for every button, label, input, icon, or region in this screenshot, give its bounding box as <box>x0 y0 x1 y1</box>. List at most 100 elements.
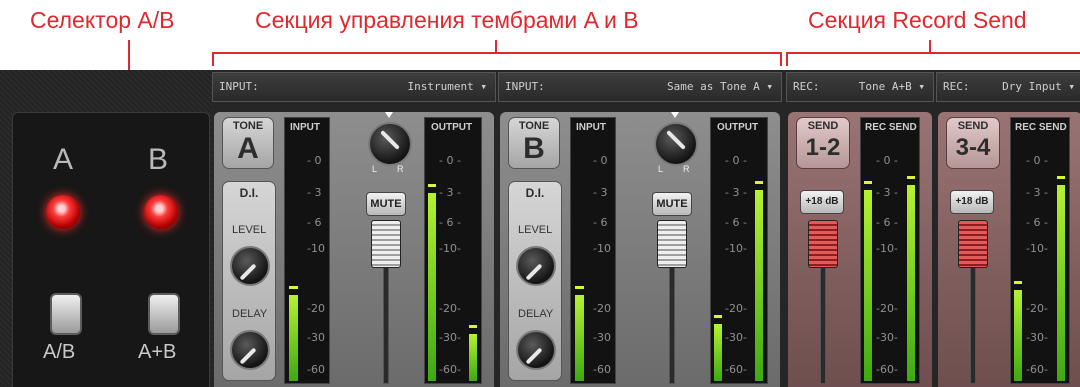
peak-hold-marker <box>428 184 436 187</box>
send-3-4-plate: SEND 3-4 <box>946 117 1000 169</box>
send-1-2-meter: REC SEND - 0 - - 3 - - 6 - -10- -20- -30… <box>860 117 920 384</box>
scale-label: -20 <box>307 302 325 315</box>
tone-a-pan-r: R <box>397 164 404 174</box>
tone-b-mute-button[interactable]: MUTE <box>652 192 692 216</box>
footswitch-ab-label: A/B <box>43 341 76 363</box>
tone-a-pan-knob-indicator <box>380 130 400 150</box>
tone-a-input-selector[interactable]: INPUT: Instrument ▾ <box>212 72 496 102</box>
tone-a-output-meter-label: OUTPUT <box>431 122 473 133</box>
send-1-2-rec-selector[interactable]: REC: Tone A+B ▾ <box>786 72 934 102</box>
tone-a-output-r-bar <box>469 334 477 381</box>
tone-a-mute-button[interactable]: MUTE <box>366 192 406 216</box>
send-1-2-fader[interactable] <box>808 220 838 268</box>
peak-hold-marker <box>907 176 915 179</box>
scale-label: -10- <box>439 242 461 255</box>
scale-label: - 6 <box>307 216 322 229</box>
led-a-icon <box>46 195 80 229</box>
scale-label: - 6 - <box>876 216 898 229</box>
tone-a-input-meter: INPUT - 0 - 3 - 6 -10 -20 -30 -60 <box>284 117 330 384</box>
send-1-2-meter-label: REC SEND <box>865 122 917 133</box>
tone-b-letter: B <box>523 132 545 165</box>
send-1-2-strip: SEND 1-2 +18 dB REC SEND - 0 - - 3 - - 6… <box>788 112 932 387</box>
scale-label: - 0 - <box>725 154 747 167</box>
tone-b-delay-knob[interactable] <box>516 330 556 370</box>
led-b-icon <box>144 195 178 229</box>
tone-b-output-meter: OUTPUT - 0 - - 3 - - 6 - -10- -20- -30- … <box>710 117 768 384</box>
peak-hold-marker <box>864 181 872 184</box>
tone-b-output-r-bar <box>755 190 763 381</box>
tone-a-input-level-bar <box>289 295 298 381</box>
scale-label: -10 <box>307 242 325 255</box>
scale-label: -60- <box>439 363 461 376</box>
send-1-2-rec-label: REC: <box>793 80 820 93</box>
scale-label: -30- <box>876 331 898 344</box>
send-3-4-gain-button[interactable]: +18 dB <box>950 190 994 214</box>
send-3-4-strip: SEND 3-4 +18 dB REC SEND - 0 - - 3 - - 6… <box>938 112 1080 387</box>
tone-a-pan-center-icon <box>385 112 393 118</box>
scale-label: -20- <box>439 302 461 315</box>
scale-label: - 0 - <box>876 154 898 167</box>
send-3-4-rec-label: REC: <box>943 80 970 93</box>
tone-a-plate: TONE A <box>222 117 274 169</box>
annotation-selector: Селектор A/B <box>30 7 175 33</box>
tone-a-delay-knob[interactable] <box>230 330 270 370</box>
selector-label-b: B <box>148 143 169 176</box>
send-3-4-meter-label: REC SEND <box>1015 122 1067 133</box>
send-3-4-fader[interactable] <box>958 220 988 268</box>
tone-a-output-l-bar <box>428 193 436 381</box>
tone-a-letter: A <box>237 132 259 165</box>
tone-b-di-label: D.I. <box>525 186 545 200</box>
scale-label: -20- <box>725 302 747 315</box>
scale-label: - 6 - <box>725 216 747 229</box>
scale-label: -10- <box>725 242 747 255</box>
tone-bracket-tick <box>495 40 497 53</box>
send-1-2-gain-button[interactable]: +18 dB <box>800 190 844 214</box>
tone-b-pan-center-icon <box>671 112 679 118</box>
scale-label: - 3 - <box>1026 186 1048 199</box>
tone-b-input-selector[interactable]: INPUT: Same as Tone A ▾ <box>498 72 782 102</box>
tone-a-channel: INPUT: Instrument ▾ TONE A D.I. LEVEL DE… <box>212 72 496 387</box>
footswitch-aplusb-label: A+B <box>138 341 177 363</box>
tone-b-pan-knob[interactable] <box>654 122 698 166</box>
tone-a-input-label: INPUT: <box>219 80 259 93</box>
tone-b-delay-knob-indicator <box>525 347 543 365</box>
scale-label: - 3 <box>307 186 322 199</box>
tone-a-pan-knob[interactable] <box>368 122 412 166</box>
send-1-2-r-bar <box>907 185 915 381</box>
rec-bracket-tick <box>929 40 931 53</box>
tone-a-delay-knob-indicator <box>239 347 257 365</box>
send-3-4-rec-selector[interactable]: REC: Dry Input ▾ <box>936 72 1080 102</box>
footswitch-aplusb-button[interactable] <box>148 293 180 335</box>
tone-b-input-meter: INPUT - 0 - 3 - 6 -10 -20 -30 -60 <box>570 117 616 384</box>
scale-label: -10- <box>1026 242 1048 255</box>
scale-label: - 0 - <box>439 154 461 167</box>
tone-a-input-value: Instrument ▾ <box>407 80 487 93</box>
tone-b-level-knob-indicator <box>525 263 543 281</box>
send-1-2-tag: SEND <box>807 120 839 132</box>
send-1-2-rec-value: Tone A+B ▾ <box>858 80 925 93</box>
tone-a-di-label: D.I. <box>239 186 259 200</box>
scale-label: -20 <box>593 302 611 315</box>
tone-a-delay-label: DELAY <box>232 308 268 320</box>
scale-label: -10- <box>876 242 898 255</box>
footswitch-ab-button[interactable] <box>50 293 82 335</box>
peak-hold-marker <box>714 315 722 318</box>
scale-label: - 0 - <box>1026 154 1048 167</box>
scale-label: -20- <box>1026 302 1048 315</box>
scale-label: - 6 <box>593 216 608 229</box>
tone-a-level-knob[interactable] <box>230 246 270 286</box>
amp-panel: A B A/B A+B INPUT: Instrument ▾ TONE A D… <box>0 70 1080 387</box>
scale-label: - 3 <box>593 186 608 199</box>
scale-label: - 3 - <box>725 186 747 199</box>
annotation-rec-section: Секция Record Send <box>808 7 1027 33</box>
tone-b-level-knob[interactable] <box>516 246 556 286</box>
tone-a-strip: TONE A D.I. LEVEL DELAY INPUT - 0 - 3 - … <box>214 112 494 387</box>
send-3-4-number: 3-4 <box>955 134 991 161</box>
tone-a-volume-fader[interactable] <box>371 220 401 268</box>
send-3-4-l-bar <box>1014 290 1022 381</box>
tone-b-volume-fader[interactable] <box>657 220 687 268</box>
scale-label: -30- <box>725 331 747 344</box>
tone-b-pan-r: R <box>683 164 690 174</box>
scale-label: -30- <box>1026 331 1048 344</box>
scale-label: -60- <box>1026 363 1048 376</box>
